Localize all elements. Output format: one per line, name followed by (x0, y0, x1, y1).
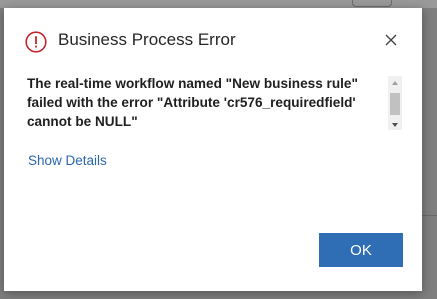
close-icon[interactable] (383, 32, 399, 48)
scroll-up-icon[interactable] (388, 76, 402, 88)
message-container: The real-time workflow named "New busine… (27, 74, 404, 130)
scroll-down-icon[interactable] (388, 118, 402, 130)
error-circle-icon (25, 31, 47, 53)
background-divider (422, 215, 437, 216)
dialog-header: Business Process Error (4, 8, 422, 70)
scroll-thumb[interactable] (390, 93, 400, 115)
ok-button[interactable]: OK (319, 233, 403, 267)
message-scrollbar[interactable] (388, 76, 402, 130)
error-dialog: Business Process Error The real-time wor… (4, 8, 422, 291)
background-tab (352, 0, 392, 7)
error-message: The real-time workflow named "New busine… (27, 76, 358, 129)
dialog-title: Business Process Error (58, 30, 236, 49)
show-details-link[interactable]: Show Details (28, 153, 107, 168)
